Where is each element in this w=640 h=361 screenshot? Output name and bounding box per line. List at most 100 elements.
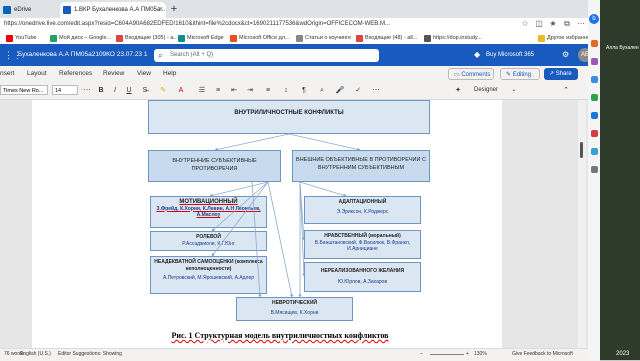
tab-view[interactable]: View: [137, 69, 151, 79]
page-icon: [424, 35, 431, 42]
bookmark-youtube[interactable]: YouTube: [6, 34, 37, 43]
split-screen-icon[interactable]: ◫: [534, 19, 544, 29]
tab-help[interactable]: Help: [163, 69, 176, 79]
zoom-out-icon[interactable]: −: [420, 350, 423, 359]
office-sidebar-icon[interactable]: [591, 94, 598, 101]
page-icon: [296, 35, 303, 42]
numbering-icon[interactable]: ≡: [212, 85, 224, 96]
designer-icon[interactable]: ✦: [452, 85, 464, 96]
word-icon: [63, 6, 71, 14]
tab-insert[interactable]: nsert: [0, 69, 14, 79]
tab-references[interactable]: References: [59, 69, 92, 79]
folder-icon: [538, 35, 545, 42]
designer-button[interactable]: Designer: [466, 85, 506, 96]
onedrive-icon: [3, 6, 11, 14]
share-button[interactable]: ↗ Share: [544, 68, 578, 80]
gear-icon[interactable]: ⚙: [562, 50, 571, 60]
games-icon[interactable]: [591, 76, 598, 83]
mail-icon: [116, 35, 123, 42]
add-sidebar-icon[interactable]: [591, 166, 598, 173]
tab-word-document[interactable]: 1.ВКР Бухаленкова А.А ПМ05а... ×: [60, 2, 166, 18]
dictate-icon[interactable]: 🎤: [334, 85, 346, 96]
strikethrough-icon[interactable]: S̶: [138, 85, 152, 96]
editing-button[interactable]: ✎ Editing: [500, 68, 540, 80]
bold-button[interactable]: B: [96, 85, 106, 96]
scrollbar-thumb[interactable]: [580, 142, 583, 158]
close-tab-icon[interactable]: ×: [159, 2, 163, 18]
new-tab-button[interactable]: +: [168, 3, 180, 15]
feedback-link[interactable]: Give Feedback to Microsoft: [512, 350, 573, 359]
find-icon[interactable]: ⌕: [316, 85, 328, 96]
diagram-root-box: ВНУТРИЛИЧНОСТНЫЕ КОНФЛИКТЫ: [148, 100, 430, 134]
tab-layout[interactable]: Layout: [27, 69, 47, 79]
font-color-icon[interactable]: A: [174, 85, 188, 96]
zoom-level[interactable]: 130%: [474, 350, 487, 359]
comments-button[interactable]: ▭ Comments: [448, 68, 494, 80]
chevron-down-icon[interactable]: ⌄: [510, 85, 518, 96]
telegram-icon[interactable]: [591, 148, 598, 155]
ribbon-collapse-icon[interactable]: ⌃: [560, 85, 572, 96]
language-status[interactable]: English (U.S.): [20, 350, 51, 359]
document-title[interactable]: Бухаленкова А.А ПМ05а2109КО 23.07.23 1: [18, 50, 158, 60]
diagram-adaptation-box: АДАПТАЦИОННЫЙ Э.Эриксон, К.Роджерс: [304, 196, 421, 224]
bookmark-office[interactable]: Microsoft Office дл...: [230, 34, 290, 43]
tools-icon[interactable]: [591, 58, 598, 65]
decrease-indent-icon[interactable]: ⇤: [228, 85, 240, 96]
underline-button[interactable]: U: [124, 85, 134, 96]
bookmark-instudy[interactable]: https://dop.instudy...: [424, 34, 482, 43]
align-icon[interactable]: ≡: [262, 85, 274, 96]
bookmark-edge[interactable]: Microsoft Edge: [178, 34, 224, 43]
taskbar-date: 2023: [616, 351, 630, 357]
increase-indent-icon[interactable]: ⇥: [244, 85, 256, 96]
italic-button[interactable]: I: [110, 85, 120, 96]
bullets-icon[interactable]: ☰: [196, 85, 208, 96]
buy-microsoft-365-link[interactable]: Buy Microsoft 365: [486, 50, 556, 60]
desktop-username: Алла Бухален: [606, 45, 639, 51]
bookmark-other-favorites[interactable]: Другое избранное: [538, 34, 593, 43]
diagram-external-box: ВНЕШНИЕ ОБЪЕКТИВНЫЕ В ПРОТИВОРЕЧИИ С ВНУ…: [292, 150, 430, 182]
diagram-motivational-box: МОТИВАЦИОННЫЙ З.Фрейд, К.Хорни, К.Левин,…: [150, 196, 267, 228]
collections-icon[interactable]: ⧉: [562, 19, 572, 29]
diagram-moral-box: НРАВСТВЕННЫЙ (моральный) В.Банштановский…: [304, 230, 421, 259]
more-icon[interactable]: ⋯: [576, 19, 586, 29]
editor-suggestions-status[interactable]: Editor Suggestions: Showing: [58, 350, 122, 359]
drop-icon[interactable]: [591, 130, 598, 137]
editor-icon[interactable]: ✓: [352, 85, 364, 96]
figure-caption: Рис. 1 Структурная модель внутриличностн…: [171, 331, 389, 340]
search-placeholder: Search (Alt + Q): [170, 52, 214, 58]
star-icon[interactable]: ☆: [520, 19, 530, 29]
styles-icon[interactable]: ¶: [298, 85, 310, 96]
diagram-internal-box: ВНУТРЕННИЕ СУБЪЕКТИВНЫЕ ПРОТИВОРЕЧИЯ: [148, 150, 281, 182]
tab-onedrive[interactable]: eDrive: [0, 2, 58, 18]
bookmark-coaching[interactable]: Статьи о коучинге: [296, 34, 351, 43]
bing-copilot-icon[interactable]: b: [589, 14, 599, 24]
bookmark-google-drive[interactable]: Мой диск – Google...: [50, 34, 111, 43]
bookmark-inbox-1[interactable]: Входящие (305) - a...: [116, 34, 178, 43]
drive-icon: [50, 35, 57, 42]
diagram-neurotic-box: НЕВРОТИЧЕСКИЙ В.Мясищев, К.Хорни: [236, 297, 353, 321]
tab-review[interactable]: Review: [103, 69, 124, 79]
diagram-role-box: РОЛЕВОЙ Р.Ассаджиоли, К.Г.Юнг: [150, 231, 267, 251]
shopping-icon[interactable]: [591, 40, 598, 47]
zoom-slider[interactable]: [430, 354, 464, 355]
diamond-icon: ◆: [474, 50, 481, 59]
pencil-icon: ✎: [506, 72, 513, 78]
youtube-icon: [6, 35, 13, 42]
more-icon[interactable]: ⋯: [370, 85, 382, 96]
font-size-dropdown[interactable]: 14: [52, 85, 78, 95]
edge-sidebar: [588, 0, 600, 360]
share-icon: ↗: [549, 71, 556, 77]
office-icon: [230, 35, 237, 42]
line-spacing-icon[interactable]: ↕: [280, 85, 292, 96]
highlight-icon[interactable]: ✎: [156, 85, 170, 96]
more-options-icon[interactable]: ⋯: [82, 85, 92, 96]
mail-icon: [356, 35, 363, 42]
app-launcher-icon[interactable]: ⋮⋮: [4, 50, 22, 60]
favorites-icon[interactable]: ★: [548, 19, 558, 29]
font-name-dropdown[interactable]: Times New Ro...: [0, 85, 48, 95]
bookmark-inbox-2[interactable]: Входящие (48) - all...: [356, 34, 417, 43]
zoom-in-icon[interactable]: +: [466, 350, 469, 359]
address-bar[interactable]: https://onedrive.live.com/edit.aspx?resi…: [4, 19, 454, 30]
vertical-scrollbar[interactable]: [578, 100, 586, 348]
outlook-icon[interactable]: [591, 112, 598, 119]
